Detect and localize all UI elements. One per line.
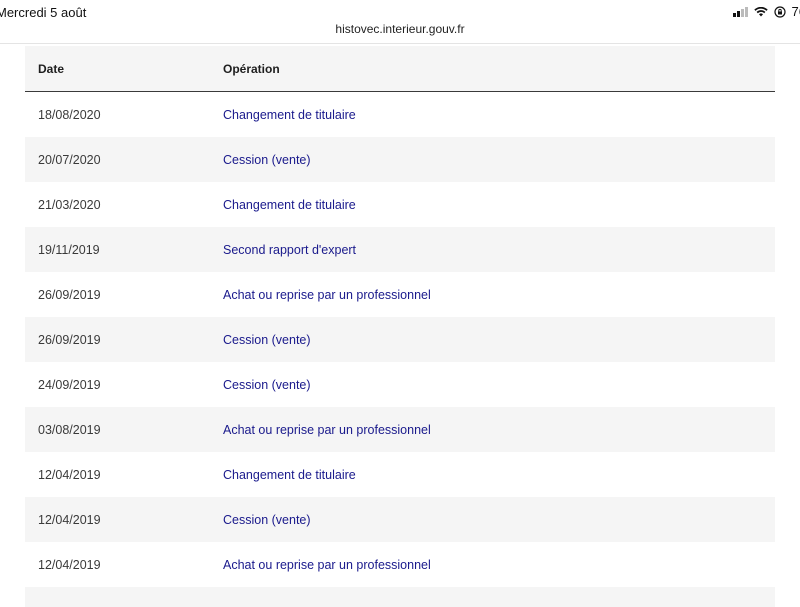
- row-operation-link[interactable]: Cession (vente): [223, 378, 775, 392]
- row-operation-link[interactable]: Changement de titulaire: [223, 198, 775, 212]
- row-operation-link[interactable]: Changement de titulaire: [223, 468, 775, 482]
- row-date: 12/04/2019: [38, 512, 101, 527]
- divider: [0, 43, 800, 44]
- battery-level: 76: [791, 4, 800, 19]
- row-operation-link[interactable]: Achat ou reprise par un professionnel: [223, 288, 775, 302]
- row-operation-link[interactable]: Cession (vente): [223, 513, 775, 527]
- table-row: 20/07/2020 Cession (vente): [25, 137, 775, 182]
- row-operation-link[interactable]: Second rapport d'expert: [223, 243, 775, 257]
- row-date: 12/04/2019: [38, 467, 101, 482]
- table-row: 18/08/2020 Changement de titulaire: [25, 92, 775, 137]
- table-row: 21/03/2020 Changement de titulaire: [25, 182, 775, 227]
- table-row-partial: [25, 587, 775, 607]
- row-date: 18/08/2020: [38, 107, 101, 122]
- row-operation-link[interactable]: Cession (vente): [223, 333, 775, 347]
- row-date: 26/09/2019: [38, 332, 101, 347]
- row-operation-link[interactable]: Achat ou reprise par un professionnel: [223, 423, 775, 437]
- header-operation: Opération: [223, 61, 280, 76]
- status-time: Mercredi 5 août: [0, 5, 87, 20]
- row-date: 24/09/2019: [38, 377, 101, 392]
- orientation-lock-icon: [773, 5, 786, 18]
- table-row: 12/04/2019 Achat ou reprise par un profes…: [25, 542, 775, 587]
- row-operation-link[interactable]: Changement de titulaire: [223, 108, 775, 122]
- signal-icon: [732, 6, 748, 17]
- table-row: 19/11/2019 Second rapport d'expert: [25, 227, 775, 272]
- table-row: 03/08/2019 Achat ou reprise par un profes…: [25, 407, 775, 452]
- url-text[interactable]: histovec.interieur.gouv.fr: [335, 22, 464, 36]
- table-row: 12/04/2019 Cession (vente): [25, 497, 775, 542]
- status-indicators: 76: [732, 4, 800, 19]
- row-operation-link[interactable]: Achat ou reprise par un professionnel: [223, 558, 775, 572]
- wifi-icon: [753, 6, 768, 16]
- table-body: 18/08/2020 Changement de titulaire 20/07/2…: [25, 92, 775, 587]
- table-row: 26/09/2019 Cession (vente): [25, 317, 775, 362]
- history-table: Date Opération 18/08/2020 Changement de t…: [25, 46, 775, 607]
- row-date: 03/08/2019: [38, 422, 101, 437]
- address-bar[interactable]: histovec.interieur.gouv.fr: [0, 22, 800, 42]
- status-bar: Mercredi 5 août 76: [0, 0, 800, 22]
- row-date: 12/04/2019: [38, 557, 101, 572]
- row-date: 19/11/2019: [38, 242, 100, 257]
- row-date: 21/03/2020: [38, 197, 101, 212]
- row-date: 26/09/2019: [38, 287, 101, 302]
- header-date: Date: [38, 61, 65, 76]
- row-operation-link[interactable]: Cession (vente): [223, 153, 775, 167]
- table-header: Date Opération: [25, 46, 775, 92]
- table-row: 24/09/2019 Cession (vente): [25, 362, 775, 407]
- row-date: 20/07/2020: [38, 152, 101, 167]
- table-row: 26/09/2019 Achat ou reprise par un profes…: [25, 272, 775, 317]
- table-row: 12/04/2019 Changement de titulaire: [25, 452, 775, 497]
